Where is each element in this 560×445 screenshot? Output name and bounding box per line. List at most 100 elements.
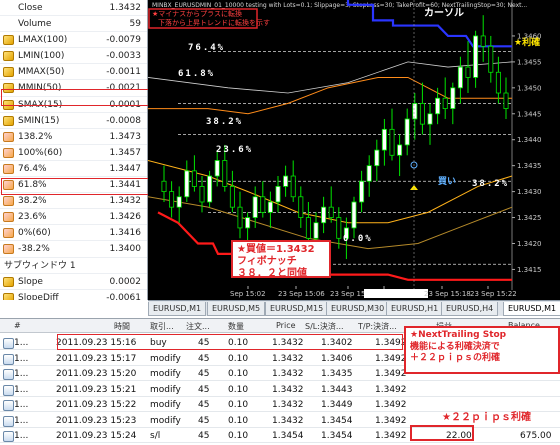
tab-chart-1[interactable]: EURUSD,M5 [207, 302, 266, 316]
col-type[interactable]: 取引... [150, 321, 174, 332]
cell-order: 45 [198, 384, 210, 395]
data-row-value: 0.0001 [109, 99, 142, 110]
candle-body [351, 201, 357, 229]
tab-chart-5[interactable]: EURUSD,H4 [441, 302, 499, 316]
candle-body [313, 222, 319, 239]
data-row-label: MMAX(50) [18, 67, 65, 78]
cell-sl: 1.3435 [321, 369, 353, 379]
indicator-icon [3, 35, 14, 46]
data-row-label: Volume [18, 19, 52, 30]
candle-body [473, 35, 479, 78]
col-order[interactable]: 注文... [186, 321, 210, 332]
price-tick-label: 1.3420 [517, 240, 542, 248]
cell-price: 1.3454 [272, 431, 304, 441]
candle-body [465, 66, 471, 78]
indicator-icon [3, 51, 14, 62]
data-row-value: 1.3473 [109, 131, 142, 142]
time-tick-label: 23 Sep 15:22 [470, 290, 517, 298]
candle-body [442, 97, 448, 109]
col-num[interactable]: # [14, 321, 21, 330]
data-row-value: -0.0021 [106, 83, 141, 94]
cell-qty: 0.10 [228, 353, 249, 364]
data-row: 0%(60) 1.3416 [0, 225, 147, 242]
candle-body [237, 206, 243, 229]
candle-body [252, 196, 258, 218]
fibonacci-icon [3, 163, 14, 174]
candle-body [480, 35, 486, 47]
data-row: サブウィンドウ 1 [0, 258, 147, 274]
col-sl[interactable]: S/L:決済... [305, 321, 344, 332]
col-time[interactable]: 時間 [114, 321, 130, 332]
cell-type: modify [150, 369, 181, 379]
cell-time: 2011.09.23 15:20 [56, 369, 137, 379]
cell-price: 1.3432 [272, 415, 304, 426]
fibonacci-icon [3, 228, 14, 239]
tab-chart-0[interactable]: EURUSD,M1 [148, 302, 207, 316]
data-row-label: SlopeDiff [18, 292, 59, 300]
price-chart[interactable]: MINBX_EURUSDMIN_01_10000 testing with Lo… [148, 0, 560, 300]
data-row-label: 0%(60) [18, 228, 51, 239]
cell-order: 45 [198, 415, 210, 426]
candle-body [427, 113, 433, 125]
cell-tp: 1.3492 [375, 353, 407, 364]
data-row-value: -0.0008 [106, 115, 141, 126]
fibonacci-icon [3, 147, 14, 158]
tab-chart-2[interactable]: EURUSD,M15 [265, 302, 329, 316]
cell-sl: 1.3443 [321, 384, 353, 395]
candle-body [359, 180, 365, 203]
cell-type: buy [150, 338, 167, 348]
data-row-value: -0.0033 [106, 51, 141, 62]
data-row-value: 1.3400 [109, 244, 142, 255]
candle-body [488, 45, 494, 73]
col-qty[interactable]: 数量 [228, 321, 244, 332]
tab-chart-4[interactable]: EURUSD,H1 [386, 302, 444, 316]
cell-sl: 1.3454 [321, 415, 353, 426]
data-window-rows: Close 1.3432 Volume 59 LMAX(100) -0.0079 LMIN(… [0, 0, 147, 300]
cell-num: 1... [14, 369, 29, 379]
cell-num: 1... [14, 338, 29, 348]
table-row[interactable]: 1... 2011.09.23 15:24 s/l 45 0.10 1.3454 1.345… [0, 428, 560, 443]
data-row: 100%(60) 1.3457 [0, 145, 147, 161]
data-row: 76.4% 1.3447 [0, 161, 147, 178]
candle-body [245, 217, 251, 229]
indicator-icon [3, 276, 14, 287]
cell-order: 45 [198, 431, 210, 441]
chart-tabs: EURUSD,M1 EURUSD,M5 EURUSD,M15 EURUSD,M30 EU… [148, 300, 560, 316]
price-tick-label: 1.3415 [517, 266, 542, 274]
data-row-label: -38.2% [18, 244, 50, 255]
candle-body [214, 160, 220, 177]
cell-price: 1.3432 [272, 353, 304, 364]
col-tp[interactable]: T/P:決済... [358, 321, 397, 332]
indicator-icon [3, 292, 14, 300]
indicator-icon [3, 67, 14, 78]
data-row-label: MMIN(50) [18, 83, 62, 94]
data-row-label: Slope [18, 276, 43, 287]
table-row[interactable]: 1... 2011.09.23 15:21 modify 45 0.10 1.3432 1.… [0, 382, 560, 397]
data-row: 138.2% 1.3473 [0, 129, 147, 145]
cell-type: modify [150, 384, 181, 395]
indicator-bands [148, 0, 513, 281]
cell-num: 1... [14, 415, 29, 426]
cell-qty: 0.10 [228, 369, 249, 379]
indicator-icon [3, 99, 14, 110]
tab-chart-6[interactable]: EURUSD,M1 [503, 302, 560, 316]
candle-body [191, 170, 197, 187]
price-tick-label: 1.3460 [517, 32, 542, 40]
candle-body [495, 71, 501, 94]
cell-balance: 675.00 [520, 431, 552, 441]
col-price[interactable]: Price [276, 321, 296, 330]
cell-qty: 0.10 [228, 338, 249, 348]
cell-order: 45 [198, 369, 210, 379]
price-tick-label: 1.3430 [517, 188, 542, 196]
data-row: Volume 59 [0, 16, 147, 33]
fibonacci-icon [3, 131, 14, 142]
cell-price: 1.3432 [272, 369, 304, 379]
fibonacci-icon [3, 244, 14, 255]
data-row-label: 61.8% [18, 180, 47, 191]
data-row-label: 138.2% [18, 131, 53, 142]
candle-body [374, 149, 380, 167]
trade-row-icon [3, 415, 14, 427]
tab-chart-3[interactable]: EURUSD,M30 [326, 302, 390, 316]
candle-body [381, 128, 387, 151]
data-row-value: 1.3416 [109, 228, 142, 239]
